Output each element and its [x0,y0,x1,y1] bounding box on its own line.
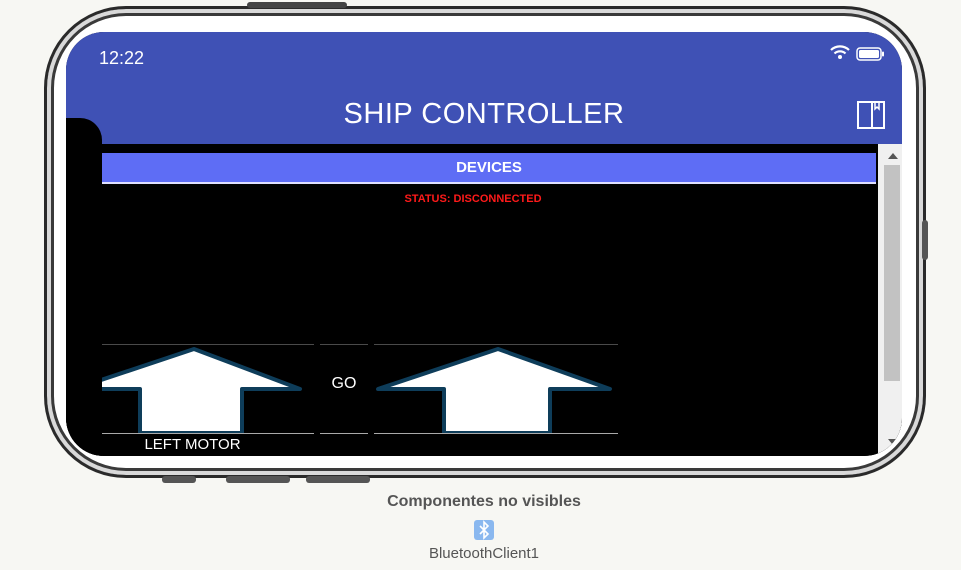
scroll-down-icon[interactable] [888,438,898,446]
connection-status: STATUS: DISCONNECTED [404,193,542,205]
left-motor-arrow[interactable] [66,345,314,433]
app-bar: 12:22 SHIP CONTROLLER [66,32,902,144]
phone-bottom-button [162,476,196,483]
phone-bottom-button [306,476,370,483]
right-motor-arrow[interactable] [374,345,618,433]
go-button[interactable]: GO [320,375,368,393]
app-title: SHIP CONTROLLER [343,98,625,130]
up-arrow-icon [376,347,612,433]
left-motor-label: LEFT MOTOR [144,436,241,453]
screen-notch [66,118,102,456]
scroll-up-icon[interactable] [888,152,898,160]
wifi-icon [830,45,850,59]
content-area: DEVICES STATUS: DISCONNECTED GO LEFT MOT… [66,144,902,456]
devices-button[interactable]: DEVICES [102,153,876,184]
up-arrow-icon [72,347,302,433]
phone-screen: 12:22 SHIP CONTROLLER DEVICES STATUS: DI… [66,32,902,456]
bluetooth-icon[interactable] [474,520,494,540]
phone-top-button [247,2,347,8]
divider [320,433,368,434]
battery-icon [856,47,884,61]
non-visible-title: Componentes no visibles [387,493,581,510]
component-label: BluetoothClient1 [428,545,540,562]
divider [102,433,314,434]
scrollbar[interactable] [878,144,902,456]
scroll-thumb[interactable] [884,165,900,381]
status-time: 12:22 [99,48,145,68]
divider [374,433,618,434]
divider [320,344,368,345]
phone-bottom-button [226,476,290,483]
book-icon[interactable] [856,100,886,130]
phone-side-button [922,220,928,260]
